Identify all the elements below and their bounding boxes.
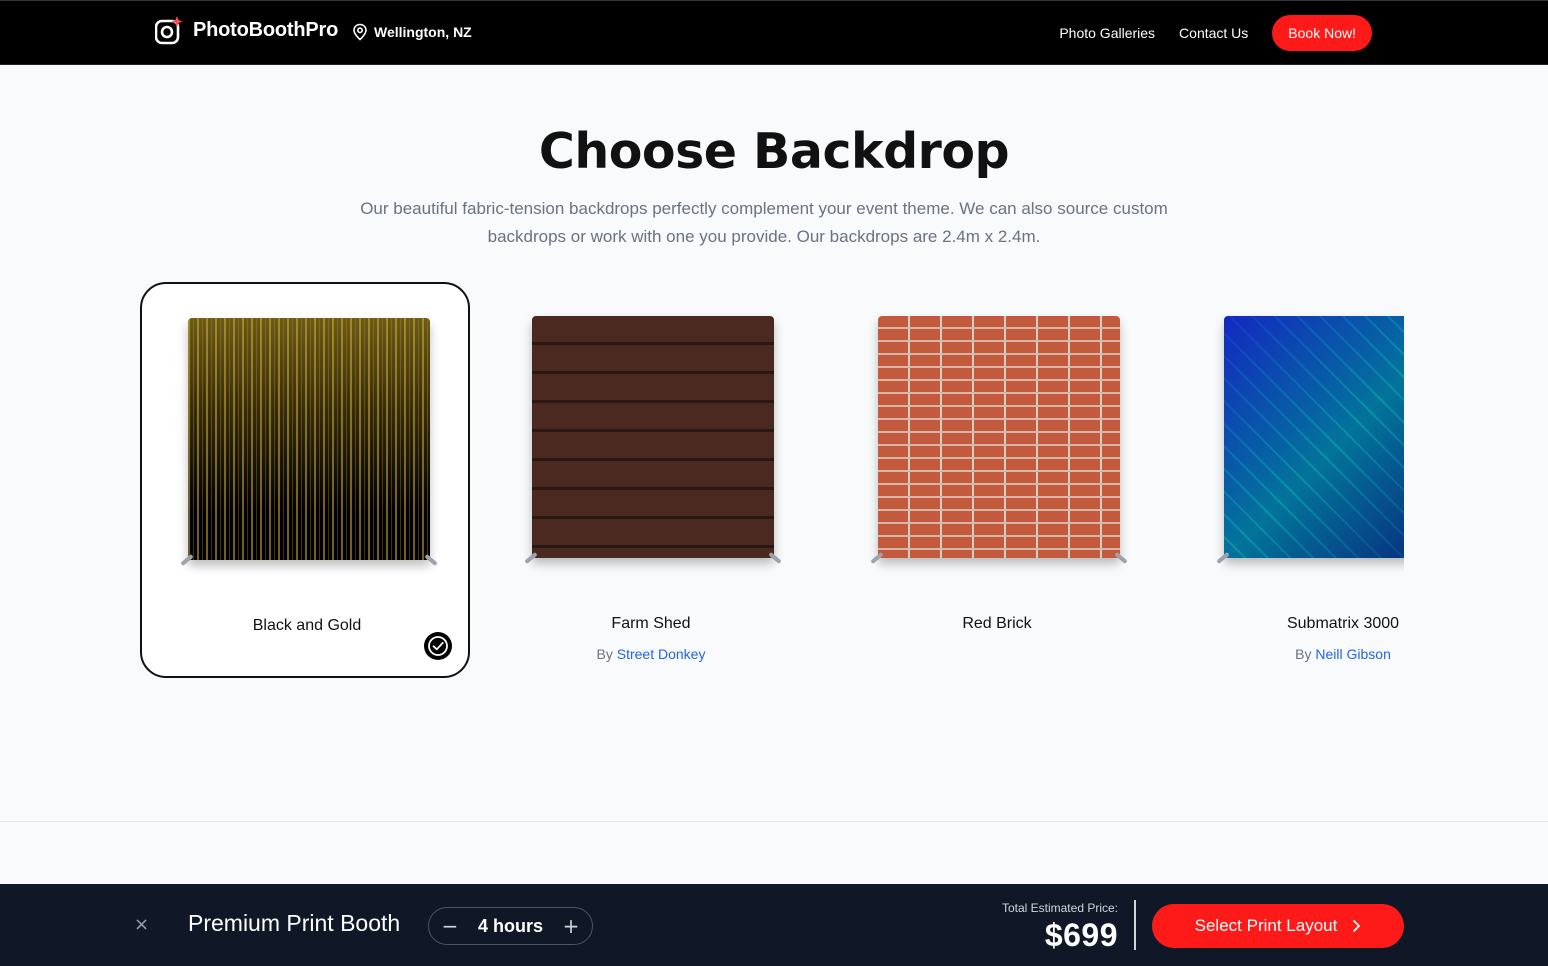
close-icon[interactable]: × (134, 914, 149, 935)
price-label: Total Estimated Price: (1001, 901, 1118, 915)
booking-summary-bar: × Premium Print Booth − 4 hours + Total … (0, 884, 1548, 966)
map-pin-icon (353, 23, 367, 41)
cta-label: Select Print Layout (1194, 916, 1338, 935)
stand-leg (768, 551, 782, 565)
camera-icon (155, 16, 183, 45)
location-indicator[interactable]: Wellington, NZ (352, 23, 472, 41)
nav-photo-galleries[interactable]: Photo Galleries (1059, 25, 1155, 41)
backdrop-name: Black and Gold (252, 617, 362, 634)
location-text: Wellington, NZ (374, 24, 472, 40)
stand-leg (870, 551, 884, 565)
credit-author-link[interactable]: Neill Gibson (1315, 646, 1390, 662)
chevron-right-icon (1353, 920, 1361, 932)
backdrop-card-black-and-gold[interactable]: Black and Gold (140, 282, 470, 678)
backdrop-name: Red Brick (962, 615, 1032, 632)
increase-hours-button[interactable]: + (560, 914, 582, 938)
brand-name: PhotoBoothPro (193, 18, 339, 41)
top-navigation-bar: PhotoBoothPro Wellington, NZ Photo Galle… (0, 0, 1548, 65)
backdrop-card-farm-shed[interactable]: Farm Shed By Street Donkey (486, 282, 816, 678)
backdrop-image-black-and-gold (188, 318, 430, 560)
stand-leg (524, 551, 538, 565)
backdrop-carousel[interactable]: Black and Gold Farm Shed By Street Donke… (140, 282, 1404, 682)
price-value: $699 (1044, 917, 1118, 953)
page-title: Choose Backdrop (538, 123, 1010, 180)
backdrop-credit: By Street Donkey (486, 646, 816, 662)
stand-leg (1114, 551, 1128, 565)
backdrop-image-submatrix-3000 (1224, 316, 1404, 558)
divider (1134, 900, 1136, 950)
brand-logo[interactable]: PhotoBoothPro (155, 15, 338, 45)
price-summary: Total Estimated Price: $699 (1002, 901, 1118, 954)
book-now-button[interactable]: Book Now! (1272, 15, 1372, 51)
backdrop-image-red-brick (878, 316, 1120, 558)
stand-leg (424, 553, 438, 567)
backdrop-card-red-brick[interactable]: Red Brick (832, 282, 1162, 678)
main-nav: Photo Galleries Contact Us Book Now! (1059, 15, 1372, 51)
backdrop-section: Choose Backdrop Our beautiful fabric-ten… (0, 65, 1548, 822)
select-print-layout-button[interactable]: Select Print Layout (1152, 904, 1404, 948)
credit-author-link[interactable]: Street Donkey (617, 646, 706, 662)
credit-prefix: By (596, 646, 613, 662)
decrease-hours-button[interactable]: − (439, 914, 461, 938)
package-name: Premium Print Booth (188, 910, 401, 936)
backdrop-image-farm-shed (532, 316, 774, 558)
page-subtitle: Our beautiful fabric-tension backdrops p… (360, 199, 1168, 246)
backdrop-credit: By Neill Gibson (1178, 646, 1404, 662)
credit-prefix: By (1295, 646, 1312, 662)
backdrop-card-submatrix-3000[interactable]: Submatrix 3000 By Neill Gibson (1178, 282, 1404, 678)
nav-contact-us[interactable]: Contact Us (1179, 25, 1248, 41)
backdrop-name: Farm Shed (611, 615, 691, 632)
hours-stepper: − 4 hours + (428, 907, 593, 945)
stand-leg (180, 553, 194, 567)
backdrop-name: Submatrix 3000 (1286, 615, 1400, 632)
selected-check-icon (424, 632, 452, 660)
stand-leg (1216, 551, 1230, 565)
hours-value: 4 hours (477, 915, 543, 936)
